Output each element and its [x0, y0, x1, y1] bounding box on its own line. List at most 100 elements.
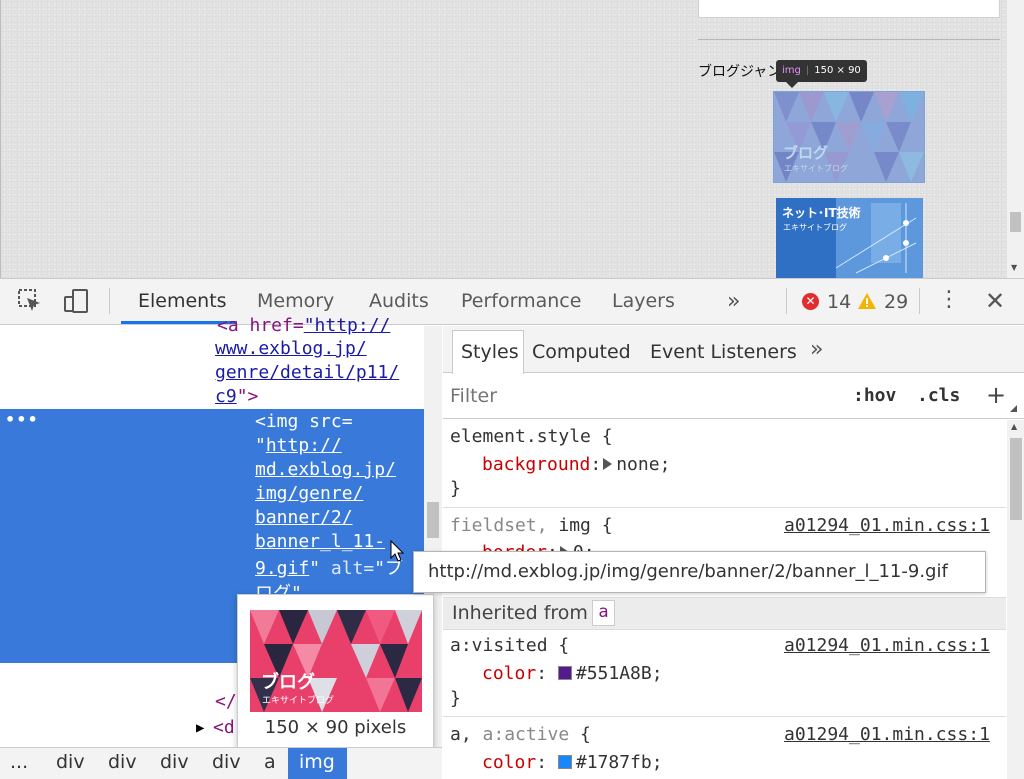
- dom-link-text[interactable]: md.exblog.jp/: [255, 459, 396, 480]
- tab-computed[interactable]: Computed: [532, 341, 631, 363]
- breadcrumb-div[interactable]: div: [212, 751, 241, 773]
- element-style-declaration[interactable]: background: none;: [482, 454, 670, 475]
- closing-a-tag[interactable]: </: [215, 690, 237, 714]
- dom-tag-text: <d: [213, 717, 235, 738]
- dom-tag-text: </: [215, 691, 237, 712]
- breadcrumb-div[interactable]: div: [108, 751, 137, 773]
- dom-link-text[interactable]: http://: [266, 435, 342, 456]
- warning-icon[interactable]: [857, 292, 877, 310]
- styles-filter-input[interactable]: [450, 385, 830, 407]
- breadcrumb-div[interactable]: div: [56, 751, 85, 773]
- stylesheet-source-link[interactable]: a01294_01.min.css:1: [784, 515, 990, 536]
- tooltip-arrow: [786, 82, 798, 88]
- elements-scrollbar-thumb[interactable]: [427, 502, 439, 538]
- dom-link-text[interactable]: banner_l_11-: [255, 531, 385, 552]
- breadcrumb-more[interactable]: ...: [10, 751, 28, 773]
- css-property[interactable]: background: [482, 454, 590, 475]
- quote: ": [309, 558, 321, 579]
- more-tabs-chevron-icon[interactable]: »: [727, 289, 740, 314]
- class-toggle[interactable]: .cls: [917, 385, 960, 406]
- tab-audits[interactable]: Audits: [369, 290, 429, 312]
- new-style-rule-button[interactable]: +: [986, 381, 1006, 409]
- dom-link-text[interactable]: img/genre/: [255, 483, 363, 504]
- expand-shorthand-icon[interactable]: [603, 458, 613, 470]
- dom-href-line-2[interactable]: genre/detail/p11/: [215, 361, 399, 385]
- error-icon[interactable]: ✕: [802, 293, 819, 310]
- dom-link-text[interactable]: "http://: [304, 315, 391, 336]
- close-devtools-icon[interactable]: ✕: [985, 287, 1005, 315]
- styles-scrollbar-thumb[interactable]: [1010, 438, 1022, 520]
- css-property[interactable]: color: [482, 663, 536, 684]
- tab-elements[interactable]: Elements: [138, 290, 227, 312]
- tab-layers[interactable]: Layers: [612, 290, 675, 312]
- image-preview-dimensions: 150 × 90 pixels: [264, 717, 407, 738]
- color-swatch-icon[interactable]: [557, 755, 572, 769]
- element-style-selector[interactable]: element.style {: [450, 426, 613, 447]
- scroll-up-arrow-icon[interactable]: ▲: [1011, 422, 1017, 431]
- active-color-declaration[interactable]: color: #1787fb;: [482, 752, 663, 773]
- scroll-down-arrow-icon[interactable]: ▼: [1011, 263, 1017, 272]
- selector-part: a,: [450, 724, 483, 745]
- hover-state-toggle[interactable]: :hov: [853, 385, 896, 406]
- breadcrumb-img[interactable]: img: [299, 751, 335, 773]
- link-url-tooltip: http://md.exblog.jp/img/genre/banner/2/b…: [413, 551, 986, 593]
- css-value[interactable]: #551A8B;: [576, 663, 663, 684]
- css-property[interactable]: color: [482, 752, 536, 773]
- img-src-line-4[interactable]: banner/2/: [255, 506, 353, 530]
- tab-performance[interactable]: Performance: [461, 290, 581, 312]
- visited-color-declaration[interactable]: color: #551A8B;: [482, 663, 663, 684]
- selector-part: fieldset,: [450, 515, 559, 536]
- css-value[interactable]: #1787fb;: [576, 752, 663, 773]
- tab-styles[interactable]: Styles: [461, 341, 519, 363]
- toolbar-separator: [109, 288, 110, 314]
- page-scrollbar[interactable]: [1007, 0, 1024, 278]
- img-src-line-3[interactable]: img/genre/: [255, 482, 363, 506]
- css-value[interactable]: none;: [616, 454, 670, 475]
- customize-menu-icon[interactable]: ⋮: [938, 289, 960, 311]
- dom-href-line-3[interactable]: c9">: [215, 385, 258, 409]
- dom-line-partial[interactable]: <a href="http://: [217, 314, 390, 338]
- dom-tag-text: ">: [236, 386, 259, 407]
- dom-link-text[interactable]: c9: [215, 386, 237, 407]
- mouse-cursor-icon: [390, 540, 405, 562]
- inherited-from-node[interactable]: a: [592, 600, 615, 626]
- color-swatch-icon[interactable]: [557, 666, 572, 680]
- img-src-line-6[interactable]: 9.gif" alt="ブ: [255, 557, 403, 581]
- more-tabs-chevron-icon[interactable]: »: [810, 337, 823, 362]
- stylesheet-source-link[interactable]: a01294_01.min.css:1: [784, 724, 990, 745]
- warning-count[interactable]: 29: [884, 291, 908, 313]
- stylesheet-source-link[interactable]: a01294_01.min.css:1: [784, 635, 990, 656]
- banner-subtitle: エキサイトブログ: [783, 223, 847, 232]
- dom-href-line-1[interactable]: www.exblog.jp/: [215, 337, 367, 361]
- tab-event-listeners[interactable]: Event Listeners: [650, 341, 797, 363]
- select-element-icon[interactable]: [16, 287, 44, 315]
- img-src-line-5[interactable]: banner_l_11-: [255, 530, 385, 554]
- fieldset-img-selector[interactable]: fieldset, img {: [450, 515, 613, 536]
- breadcrumb-div[interactable]: div: [160, 751, 189, 773]
- collapsed-div-node[interactable]: <d: [213, 716, 235, 740]
- error-count[interactable]: 14: [827, 291, 851, 313]
- dom-tag-text: <a href=: [217, 315, 304, 336]
- a-visited-selector[interactable]: a:visited {: [450, 635, 569, 656]
- toolbar-separator: [786, 288, 787, 314]
- quote: ": [255, 435, 266, 456]
- toolbar-separator: [919, 288, 920, 314]
- inspect-element-tooltip: img | 150 × 90: [776, 60, 867, 82]
- breadcrumb-a[interactable]: a: [264, 751, 276, 773]
- dom-link-text[interactable]: banner/2/: [255, 507, 353, 528]
- img-src-line-2[interactable]: md.exblog.jp/: [255, 458, 396, 482]
- genre-banner-net-it[interactable]: ネット･IT技術 エキサイトブログ: [776, 198, 923, 278]
- dom-link-text[interactable]: www.exblog.jp/: [215, 338, 367, 359]
- a-active-selector[interactable]: a, a:active {: [450, 724, 591, 745]
- img-src-line-1[interactable]: "http://: [255, 434, 342, 458]
- rule-divider: [443, 507, 1006, 508]
- selected-img-tag[interactable]: <img src=: [255, 410, 353, 434]
- device-toolbar-icon[interactable]: [62, 287, 90, 315]
- node-actions-icon[interactable]: •••: [5, 410, 39, 429]
- expand-triangle-icon[interactable]: ▶: [196, 716, 204, 740]
- dom-link-text[interactable]: genre/detail/p11/: [215, 362, 399, 383]
- dom-link-text[interactable]: 9.gif: [255, 558, 309, 579]
- tooltip-tag: img: [782, 65, 801, 76]
- page-scrollbar-thumb[interactable]: [1010, 212, 1021, 232]
- tab-memory[interactable]: Memory: [257, 290, 334, 312]
